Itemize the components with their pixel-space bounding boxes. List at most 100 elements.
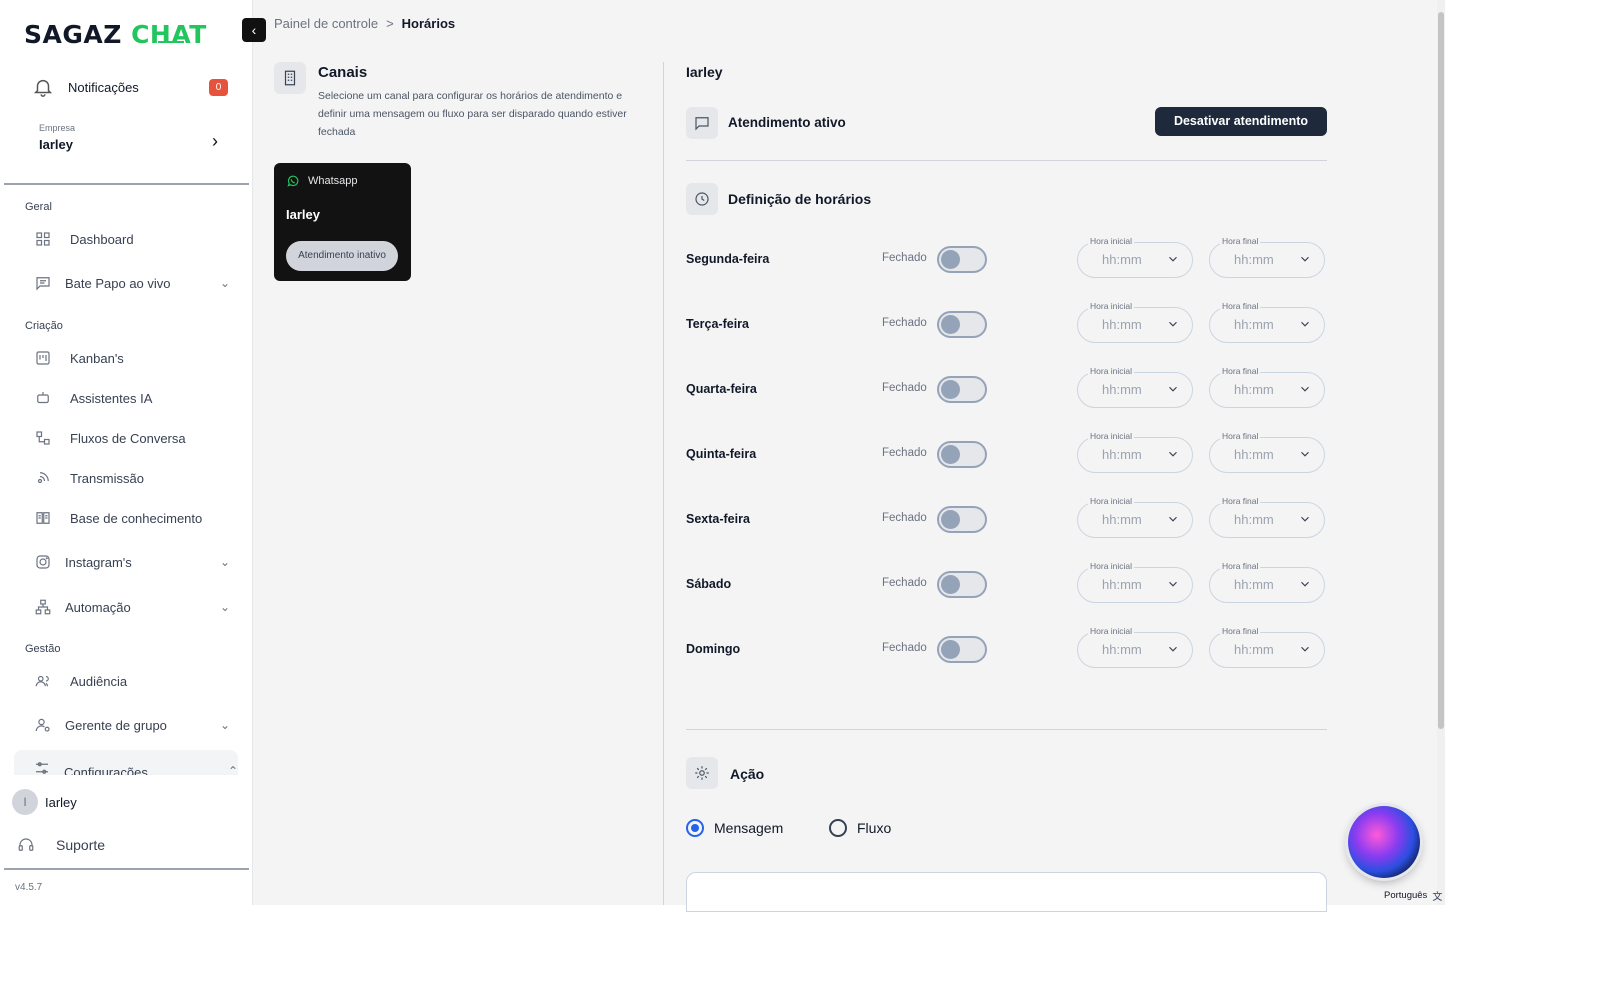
start-time-select[interactable]: Hora inicial hh:mm xyxy=(1077,561,1193,603)
day-label: Sexta-feira xyxy=(686,512,750,526)
language-label: Português xyxy=(1384,890,1428,901)
breadcrumb-current: Horários xyxy=(401,16,456,31)
user-settings-icon xyxy=(35,718,50,732)
toggle-knob xyxy=(941,380,960,399)
sidebar-item-configuracoes[interactable]: Configurações ⌃ xyxy=(14,750,238,775)
building-icon xyxy=(274,62,306,94)
open-toggle[interactable] xyxy=(937,506,987,533)
closed-label: Fechado xyxy=(882,252,927,264)
start-time-select[interactable]: Hora inicial hh:mm xyxy=(1077,496,1193,538)
robot-icon xyxy=(37,392,49,404)
notifications-item[interactable]: Notificações 0 xyxy=(32,76,228,98)
company-selector[interactable]: Empresa Iarley › xyxy=(24,123,218,163)
chevron-down-icon xyxy=(1169,581,1177,587)
sidebar-item-base-conhecimento[interactable]: Base de conhecimento xyxy=(34,506,230,530)
schedule-row: Domingo Fechado Hora inicial hh:mm Hora fina… xyxy=(686,626,1327,670)
deactivate-attendance-button[interactable]: Desativar atendimento xyxy=(1155,107,1327,136)
day-label: Quarta-feira xyxy=(686,382,757,396)
sidebar-item-label: Configurações xyxy=(64,765,148,775)
support-label: Suporte xyxy=(56,837,106,853)
open-toggle[interactable] xyxy=(937,246,987,273)
toggle-knob xyxy=(941,575,960,594)
end-time-label: Hora final xyxy=(1220,236,1261,246)
radio-checked-icon xyxy=(686,819,704,837)
start-time-label: Hora inicial xyxy=(1088,626,1135,636)
radio-message-label: Mensagem xyxy=(714,820,784,836)
radio-message[interactable]: Mensagem xyxy=(686,819,783,837)
start-time-select[interactable]: Hora inicial hh:mm xyxy=(1077,366,1193,408)
end-time-select[interactable]: Hora final hh:mm xyxy=(1209,301,1325,343)
schedule-row: Segunda-feira Fechado Hora inicial hh:mm Hor… xyxy=(686,236,1327,280)
open-toggle[interactable] xyxy=(937,636,987,663)
end-time-select[interactable]: Hora final hh:mm xyxy=(1209,366,1325,408)
assistant-orb-button[interactable] xyxy=(1348,806,1420,878)
support-link[interactable]: Suporte xyxy=(17,836,105,854)
start-time-select[interactable]: Hora inicial hh:mm xyxy=(1077,236,1193,278)
sidebar-item-instagram[interactable]: Instagram's ⌄ xyxy=(34,550,230,574)
end-time-select[interactable]: Hora final hh:mm xyxy=(1209,561,1325,603)
start-time-placeholder: hh:mm xyxy=(1102,382,1142,397)
translate-icon: 文 xyxy=(1432,892,1443,903)
collapse-sidebar-button[interactable]: ‹ xyxy=(242,18,266,42)
day-label: Terça-feira xyxy=(686,317,749,331)
start-time-placeholder: hh:mm xyxy=(1102,577,1142,592)
closed-label: Fechado xyxy=(882,382,927,394)
sidebar-item-label: Instagram's xyxy=(65,554,132,570)
channels-title: Canais xyxy=(318,64,368,81)
sidebar-item-kanban[interactable]: Kanban's xyxy=(34,346,230,370)
end-time-select[interactable]: Hora final hh:mm xyxy=(1209,236,1325,278)
end-time-placeholder: hh:mm xyxy=(1234,447,1274,462)
message-textarea[interactable] xyxy=(686,872,1327,912)
end-time-label: Hora final xyxy=(1220,366,1261,376)
end-time-label: Hora final xyxy=(1220,301,1261,311)
breadcrumb-root[interactable]: Painel de controle xyxy=(274,16,378,31)
start-time-select[interactable]: Hora inicial hh:mm xyxy=(1077,301,1193,343)
channel-card[interactable]: Whatsapp Iarley Atendimento inativo xyxy=(274,163,411,281)
sidebar-item-automacao[interactable]: Automação ⌄ xyxy=(34,595,230,619)
clock-icon xyxy=(686,183,718,215)
open-toggle[interactable] xyxy=(937,571,987,598)
end-time-select[interactable]: Hora final hh:mm xyxy=(1209,496,1325,538)
broadcast-icon xyxy=(37,472,49,484)
section-label-gestao: Gestão xyxy=(25,643,61,655)
radio-unchecked-icon xyxy=(829,819,847,837)
open-toggle[interactable] xyxy=(937,311,987,338)
closed-label: Fechado xyxy=(882,642,927,654)
schedule-heading: Definição de horários xyxy=(728,191,872,207)
gear-icon xyxy=(686,757,718,789)
sidebar-item-gerente-grupo[interactable]: Gerente de grupo ⌄ xyxy=(34,713,230,737)
radio-flow[interactable]: Fluxo xyxy=(829,819,891,837)
sidebar-item-dashboard[interactable]: Dashboard xyxy=(34,227,230,251)
sidebar-item-assistentes[interactable]: Assistentes IA xyxy=(34,386,230,410)
start-time-select[interactable]: Hora inicial hh:mm xyxy=(1077,626,1193,668)
schedule-row: Quarta-feira Fechado Hora inicial hh:mm Hora… xyxy=(686,366,1327,410)
open-toggle[interactable] xyxy=(937,441,987,468)
section-label-geral: Geral xyxy=(25,201,52,213)
scrollbar-thumb[interactable] xyxy=(1438,12,1444,729)
language-selector[interactable]: Português 文 xyxy=(1384,888,1442,903)
chevron-down-icon xyxy=(1169,516,1177,522)
toggle-knob xyxy=(941,640,960,659)
end-time-select[interactable]: Hora final hh:mm xyxy=(1209,626,1325,668)
chevron-down-icon xyxy=(1301,646,1309,652)
toggle-knob xyxy=(941,315,960,334)
sidebar-item-transmissao[interactable]: Transmissão xyxy=(34,466,230,490)
channel-type-label: Whatsapp xyxy=(308,175,358,187)
closed-label: Fechado xyxy=(882,317,927,329)
open-toggle[interactable] xyxy=(937,376,987,403)
sidebar-item-fluxos[interactable]: Fluxos de Conversa xyxy=(34,426,230,450)
sidebar-item-audiencia[interactable]: Audiência xyxy=(34,669,230,693)
end-time-select[interactable]: Hora final hh:mm xyxy=(1209,431,1325,473)
sidebar-item-label: Assistentes IA xyxy=(70,390,153,406)
end-time-label: Hora final xyxy=(1220,626,1261,636)
closed-label: Fechado xyxy=(882,447,927,459)
company-name: Iarley xyxy=(39,137,73,152)
notifications-label: Notificações xyxy=(68,79,139,95)
user-profile[interactable]: I Iarley xyxy=(12,789,77,815)
chevron-down-icon xyxy=(1169,451,1177,457)
sidebar-item-bate-papo[interactable]: Bate Papo ao vivo ⌄ xyxy=(34,271,230,295)
start-time-select[interactable]: Hora inicial hh:mm xyxy=(1077,431,1193,473)
start-time-label: Hora inicial xyxy=(1088,301,1135,311)
scrollbar[interactable] xyxy=(1437,0,1445,905)
sidebar: SAGAZ CHAT Notificações 0 Empresa Iarley… xyxy=(0,0,253,905)
